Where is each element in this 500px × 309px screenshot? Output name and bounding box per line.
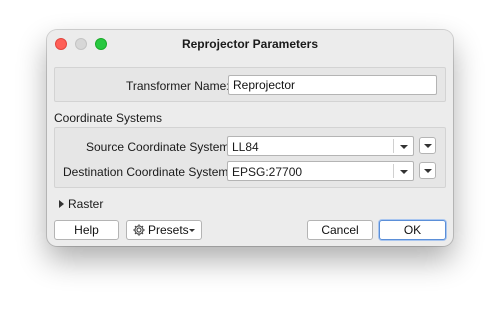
raster-label: Raster xyxy=(68,197,104,211)
chevron-down-icon xyxy=(189,229,195,232)
chevron-down-icon xyxy=(424,144,432,148)
chevron-down-icon xyxy=(400,170,408,174)
destination-coordinate-system-value: EPSG:27700 xyxy=(232,165,303,179)
destination-coordinate-system-label: Destination Coordinate System: xyxy=(63,165,232,179)
reprojector-dialog: Reprojector Parameters Transformer Name:… xyxy=(47,30,453,246)
source-coordinate-system-options-button[interactable] xyxy=(419,137,436,154)
transformer-name-label: Transformer Name: xyxy=(126,79,230,93)
transformer-name-input[interactable] xyxy=(228,75,437,95)
source-coordinate-system-label: Source Coordinate System: xyxy=(86,140,233,154)
source-coordinate-system-value: LL84 xyxy=(232,140,259,154)
help-button[interactable]: Help xyxy=(54,220,119,240)
source-coordinate-system-select[interactable]: LL84 xyxy=(227,136,414,156)
chevron-right-icon xyxy=(59,200,64,208)
cancel-button[interactable]: Cancel xyxy=(307,220,373,240)
raster-expander[interactable]: Raster xyxy=(55,196,115,212)
gear-icon xyxy=(133,224,145,236)
coordinate-systems-section-label: Coordinate Systems xyxy=(54,111,163,125)
chevron-down-icon xyxy=(400,145,408,149)
destination-coordinate-system-options-button[interactable] xyxy=(419,162,436,179)
window-title: Reprojector Parameters xyxy=(181,37,319,51)
destination-coordinate-system-select[interactable]: EPSG:27700 xyxy=(227,161,414,181)
chevron-down-icon xyxy=(424,169,432,173)
presets-label: Presets xyxy=(148,223,189,237)
presets-button[interactable]: Presets xyxy=(126,220,202,240)
ok-button[interactable]: OK xyxy=(379,220,446,240)
title-bar: Reprojector Parameters xyxy=(47,30,453,58)
